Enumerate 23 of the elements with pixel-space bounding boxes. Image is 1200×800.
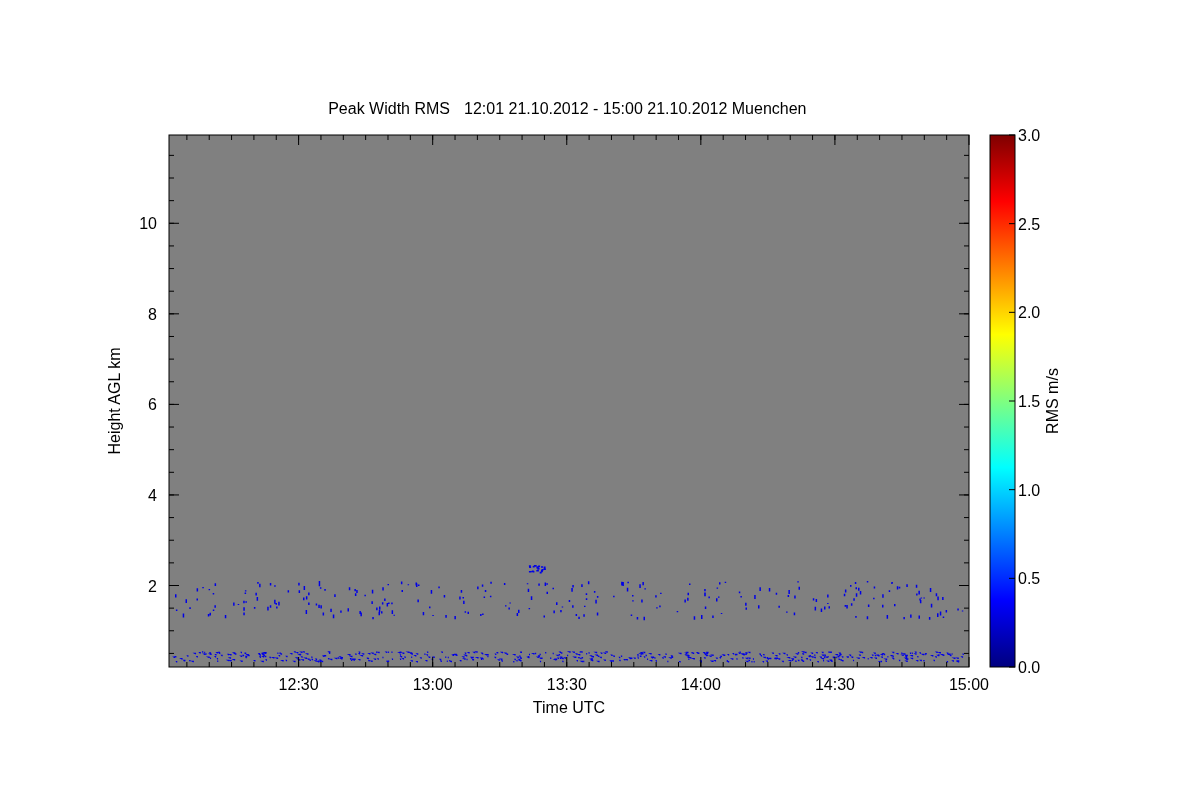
colorbar-label: RMS m/s — [1044, 368, 1061, 434]
x-tick-label: 14:00 — [680, 676, 721, 693]
y-tick-label: 4 — [148, 486, 157, 504]
colorbar-tick-label: 2.0 — [1018, 304, 1041, 322]
y-tick-label: 2 — [148, 577, 157, 595]
y-tick-label: 6 — [148, 396, 157, 414]
chart-title: Peak Width RMS — [328, 100, 450, 117]
chart-subtitle: 12:01 21.10.2012 - 15:00 21.10.2012 Muenchen — [464, 100, 807, 117]
x-axis-label: Time UTC — [532, 699, 606, 716]
y-tick-label: 10 — [139, 215, 157, 233]
x-tick-label: 15:00 — [949, 676, 989, 693]
colorbar-tick-label: 1.0 — [1018, 481, 1041, 499]
x-tick-label: 12:30 — [278, 676, 319, 693]
x-tick-label: 13:30 — [546, 676, 587, 693]
y-tick-label: 8 — [148, 305, 157, 323]
y-axis-label: Height AGL km — [106, 347, 123, 455]
colorbar-tick-label: 1.5 — [1018, 393, 1041, 410]
colorbar-tick-label: 0.0 — [1018, 659, 1041, 676]
x-tick-label: 14:30 — [814, 676, 855, 693]
colorbar-tick-label: 3.0 — [1018, 127, 1041, 144]
x-tick-label: 13:00 — [412, 676, 453, 693]
colorbar-tick-label: 2.5 — [1018, 215, 1041, 233]
colorbar-tick-label: 0.5 — [1018, 570, 1041, 588]
